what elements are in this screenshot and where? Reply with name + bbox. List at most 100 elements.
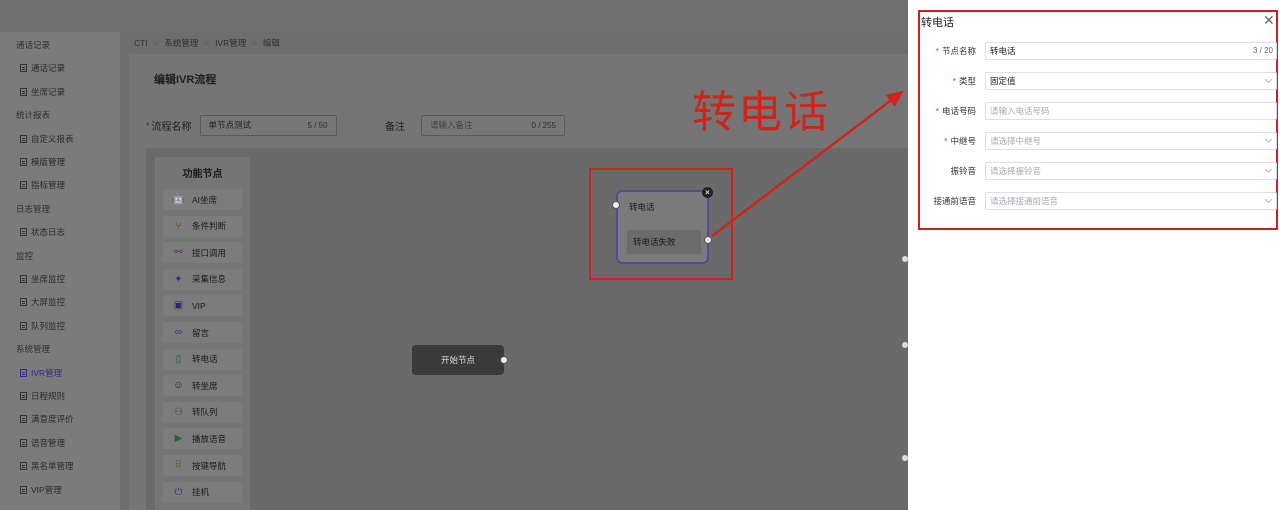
sidebar-item[interactable]: 自定义报表	[0, 129, 120, 149]
sidebar-group-label: 系统管理	[16, 344, 51, 355]
palette-item-vip[interactable]: ▣ VIP	[163, 295, 242, 317]
document-icon	[20, 392, 27, 400]
palette-item-voicemail[interactable]: ∞ 留言	[163, 322, 242, 343]
palette-item-phone[interactable]: ▯ 转电话	[163, 348, 242, 370]
breadcrumb-item[interactable]: 系统管理	[164, 37, 198, 49]
field-select[interactable]: 固定值	[985, 71, 1277, 90]
palette-item-label: 留言	[192, 327, 210, 338]
sidebar-item[interactable]: 通话记录	[0, 58, 120, 78]
field-placeholder: 请输入电话号码	[990, 105, 1050, 116]
field-value: 转电话	[990, 46, 1016, 56]
drawer-field-row: 接通前语音 请选择接通前语音	[918, 191, 1278, 210]
breadcrumb-item[interactable]: CTI	[134, 38, 148, 48]
sidebar-item[interactable]: 坐席监控	[0, 269, 120, 289]
required-star: *	[935, 46, 939, 56]
remark-count: 0 / 255	[531, 121, 556, 130]
plug-icon: ⚯	[174, 247, 183, 259]
sidebar-item[interactable]: IVR管理	[0, 363, 120, 383]
breadcrumb-item[interactable]: IVR管理	[215, 37, 246, 49]
sidebar-group-label: 统计报表	[16, 110, 51, 121]
sidebar-item-label: 自定义报表	[31, 133, 74, 144]
node-palette: 功能节点 🤖 AI坐席 ⑂ 条件判断 ⚯ 接口调用 ✦ 采集信息 ▣ VIP ∞ 留言 ▯ 转电话 ☺ 转坐席…	[155, 157, 250, 510]
field-label-text: 类型	[958, 75, 976, 86]
branch-icon: ⑂	[175, 220, 182, 232]
sidebar-item-label: 通话记录	[31, 63, 66, 74]
palette-item-robot[interactable]: 🤖 AI坐席	[163, 189, 242, 210]
sidebar-item[interactable]: 坐席记录	[0, 82, 120, 102]
field-input[interactable]: 请输入电话号码	[985, 101, 1277, 120]
chevron-down-icon	[1264, 195, 1273, 203]
palette-item-label: 条件判断	[192, 221, 227, 232]
required-star: *	[944, 135, 948, 146]
field-char-count: 3 / 20	[1252, 46, 1273, 55]
field-select[interactable]: 请选择振铃音	[985, 161, 1277, 180]
document-icon	[20, 275, 27, 283]
remark-input[interactable]: 请输入备注 0 / 255	[421, 115, 565, 136]
palette-item-collect[interactable]: ✦ 采集信息	[163, 268, 242, 290]
palette-item-power[interactable]: ⏻ 挂机	[163, 481, 242, 503]
flow-name-count: 5 / 50	[307, 121, 328, 130]
sidebar-item[interactable]: 日程规则	[0, 386, 120, 406]
document-icon	[20, 438, 27, 447]
field-placeholder: 请选择振铃音	[990, 165, 1042, 176]
document-icon	[20, 228, 27, 237]
document-icon	[20, 415, 27, 424]
start-node-out-port[interactable]	[500, 356, 508, 364]
field-label-text: 电话号码	[941, 105, 976, 116]
queue-icon: ⚇	[174, 406, 183, 418]
drawer-field-row: 振铃音 请选择振铃音	[918, 161, 1278, 180]
start-node[interactable]: 开始节点	[412, 345, 504, 375]
palette-item-label: 转坐席	[192, 380, 218, 391]
sidebar-item[interactable]: 模版管理	[0, 152, 120, 172]
sidebar-item[interactable]: VIP管理	[0, 480, 120, 500]
sidebar: 通话记录 通话记录 坐席记录 统计报表 自定义报表 模版管理 指标管理 日志管理 状态日志 监控坐…	[0, 32, 120, 510]
robot-icon: 🤖	[172, 194, 185, 205]
flow-name-input[interactable]: 单节点测试 5 / 50	[199, 115, 337, 136]
field-placeholder: 请选择中继号	[990, 135, 1042, 146]
close-icon[interactable]: ✕	[1263, 13, 1275, 27]
collect-icon: ✦	[174, 273, 183, 285]
sidebar-group-label: 监控	[16, 250, 34, 261]
palette-item-queue[interactable]: ⚇ 转队列	[163, 401, 242, 423]
sidebar-item[interactable]: 黑名单管理	[0, 456, 120, 476]
breadcrumb-separator: >	[252, 38, 257, 48]
sidebar-group-label: 通话记录	[16, 40, 51, 50]
field-select[interactable]: 请选择中继号	[985, 131, 1277, 150]
breadcrumb-separator: >	[153, 38, 159, 48]
field-label-text: 接通前语音	[933, 195, 976, 206]
palette-item-keypad[interactable]: ⠿ 按键导航	[163, 455, 242, 476]
field-select[interactable]: 请选择接通前语音	[985, 191, 1277, 210]
document-icon	[20, 368, 27, 377]
sidebar-item[interactable]: 满意度评价	[0, 409, 120, 429]
keypad-icon: ⠿	[174, 460, 183, 471]
sidebar-item[interactable]: 队列监控	[0, 316, 120, 336]
flow-name-row: * 流程名称 单节点测试 5 / 50	[146, 115, 337, 136]
palette-item-label: 接口调用	[192, 247, 227, 258]
sidebar-item[interactable]: 语音管理	[0, 433, 120, 453]
sidebar-item[interactable]: 大屏监控	[0, 292, 120, 312]
required-star: *	[935, 105, 939, 116]
required-star: *	[146, 120, 150, 131]
document-icon	[20, 321, 27, 330]
breadcrumb-item: 编辑	[262, 38, 280, 48]
top-bar	[0, 0, 908, 32]
document-icon	[20, 298, 27, 307]
palette-item-plug[interactable]: ⚯ 接口调用	[163, 242, 242, 264]
sidebar-item-label: 坐席记录	[31, 86, 66, 97]
field-placeholder: 请选择接通前语音	[990, 195, 1059, 206]
sidebar-item[interactable]: 状态日志	[0, 222, 120, 242]
drawer-field-row: * 节点名称 转电话 3 / 20	[918, 42, 1278, 60]
palette-item-play[interactable]: ▶ 播放语音	[163, 428, 242, 450]
field-label: * 中继号	[944, 132, 976, 150]
palette-item-branch[interactable]: ⑂ 条件判断	[163, 215, 242, 237]
field-label: 振铃音	[950, 162, 976, 180]
flow-canvas[interactable]	[146, 148, 908, 510]
palette-item-label: 按键导航	[192, 460, 227, 471]
document-icon	[20, 462, 27, 471]
field-input[interactable]: 转电话 3 / 20	[985, 42, 1277, 60]
play-icon: ▶	[174, 433, 183, 445]
sidebar-item[interactable]: 指标管理	[0, 175, 120, 195]
field-label-text: 振铃音	[950, 165, 976, 176]
palette-item-agent[interactable]: ☺ 转坐席	[163, 375, 242, 397]
document-icon	[20, 158, 27, 166]
